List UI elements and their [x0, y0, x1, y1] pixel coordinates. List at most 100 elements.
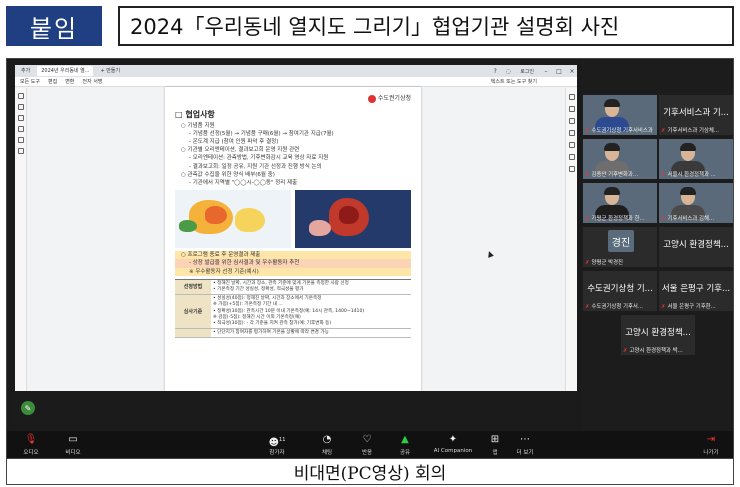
pdf-menu-bar: 모든 도구 편집 변환 전자 서명 텍스트 또는 도구 찾기 — [15, 77, 577, 87]
tab-document[interactable]: 2024년 우리동네 열... — [37, 66, 94, 76]
participant-tile[interactable]: ✗ 기후서비스과 김해... — [659, 183, 733, 223]
participant-name: ✗ 기후서비스과 김해... — [661, 216, 715, 222]
side-tool-icon[interactable] — [568, 106, 575, 112]
screen-footer: ✎ — [15, 391, 577, 431]
chat-icon: ◔ — [322, 434, 332, 445]
participant-tile[interactable]: 고양시 환경정책... — [659, 227, 733, 267]
participant-name: ✗ 기후서비스과 기상체... — [661, 128, 720, 134]
table-row: • 단단지가 참여자를 평가하여 기온을 상황에 따라 변경 가능 — [175, 329, 411, 339]
participant-name: ✗ 서울 은평구 기후환... — [661, 304, 716, 310]
side-tool-icon[interactable] — [568, 154, 575, 160]
participant-tile[interactable]: ✗ 서울시 환경정책과 ... — [659, 139, 733, 179]
close-icon[interactable]: × — [567, 68, 577, 75]
stamp-tool-icon[interactable] — [17, 148, 24, 154]
side-tool-icon[interactable] — [568, 118, 575, 124]
share-button[interactable]: ▲ 공유 — [385, 434, 425, 456]
table-row: 심사기준 • 성실성(40점): 정해진 날짜, 시간과 장소에서 기온측정 ※ 가… — [175, 295, 411, 330]
leave-button[interactable]: ⇥ 나가기 — [691, 434, 731, 456]
table-cell-line: • 기온측정 기간 성실성, 정확성, 적극성을 평가 — [213, 286, 304, 292]
document-line: ○ 관측값 수집을 위한 양식 배부(6월 중) — [181, 171, 275, 178]
react-button[interactable]: ♡ 반응 — [347, 434, 387, 456]
shared-screen: 추가 2024년 우리동네 열... + 만들기 ? ◌ 로그인 – □ × 모… — [15, 65, 577, 391]
menu-all-tools[interactable]: 모든 도구 — [20, 78, 40, 85]
menu-e-sign[interactable]: 전자 서명 — [82, 78, 102, 85]
help-icon[interactable]: ? — [490, 68, 500, 75]
org-logo-icon — [367, 94, 376, 103]
document-line: - 오리엔테이션: 관측방법, 기후변화감시 교육 영상 자료 지원 — [189, 155, 329, 162]
heat-map-left — [175, 190, 291, 249]
participant-hair — [604, 143, 620, 151]
participant-name: ✗ 양평군 박경진 — [585, 260, 624, 266]
participant-display-name: 고양시 환경정책... — [625, 328, 691, 338]
more-button[interactable]: ⋯ 더 보기 — [505, 434, 545, 456]
participant-name: ✗ 서울시 환경정책과 ... — [661, 172, 716, 178]
side-tool-icon[interactable] — [568, 94, 575, 100]
table-row: 선정방법 • 정해진 날짜, 시간과 장소, 관측 기준에 맞게 기온을 측정한 … — [175, 279, 411, 296]
side-tool-icon[interactable] — [568, 166, 575, 172]
tab-home[interactable]: 추가 — [17, 66, 34, 76]
search-tools-input[interactable]: 텍스트 또는 도구 찾기 — [491, 78, 537, 85]
share-screen-icon: ▲ — [401, 434, 409, 445]
table-cell-line: • 적극성(30점): - 각 기준을 지켜 관측 참가(예: 기후변화 등) — [213, 320, 332, 326]
participant-hair — [604, 187, 620, 195]
mic-button[interactable]: 🎙 오디오 — [11, 434, 51, 456]
menu-convert[interactable]: 변환 — [65, 78, 74, 85]
avatar: 경진 — [608, 230, 634, 252]
notification-icon[interactable]: ◌ — [503, 68, 513, 75]
login-label[interactable]: 로그인 — [520, 68, 534, 75]
participant-tile[interactable]: 기후서비스과 기... ✗ 기후서비스과 기상체... — [659, 95, 733, 135]
attachment-tag: 붙임 — [6, 6, 102, 46]
table-row-header: 심사기준 — [175, 295, 211, 329]
section-heading: □ 협업사항 — [175, 109, 215, 119]
link-tool-icon[interactable] — [17, 126, 24, 132]
ai-companion-button[interactable]: ✦ AI Companion — [427, 434, 479, 454]
participant-name: ✗ 수도권기상청 기후서... — [585, 304, 644, 310]
participant-display-name: 고양시 환경정책... — [663, 240, 729, 250]
tab-new[interactable]: + 만들기 — [96, 66, 124, 76]
pen-tool-icon[interactable] — [17, 115, 24, 121]
side-tool-icon[interactable] — [568, 130, 575, 136]
table-cell: • 성실성(40점): 정해진 날짜, 시간과 장소에서 기온측정 ※ 가점(+5… — [211, 295, 411, 328]
mic-muted-icon: ✗ — [661, 128, 666, 134]
more-icon: ⋯ — [520, 434, 530, 445]
participant-display-name: 수도권기상청 기... — [587, 284, 653, 294]
document-line: - 기념품 선정(5월) → 기념품 구매(6월) → 참여기관 지급(7월) — [189, 130, 334, 137]
heat-map-right — [295, 190, 411, 249]
participant-tile[interactable]: 경진 ✗ 양평군 박경진 — [583, 227, 657, 267]
participant-tile[interactable]: ✗ 김종안 기후변화과... — [583, 139, 657, 179]
mic-muted-icon: ✗ — [661, 304, 666, 310]
criteria-table: 선정방법 • 정해진 날짜, 시간과 장소, 관측 기준에 맞게 기온을 측정한 … — [175, 278, 411, 339]
document-page: 수도권기상청 □ 협업사항 ○ 기념품 지원 - 기념품 선정(5월) → 기념품… — [165, 87, 421, 391]
minimize-icon[interactable]: – — [541, 68, 551, 75]
side-tool-icon[interactable] — [568, 142, 575, 148]
mic-muted-icon: ✗ — [661, 216, 666, 222]
participant-tile[interactable]: ✗ 가평군 환경정책과 한... — [583, 183, 657, 223]
photo-caption: 비대면(PC영상) 회의 — [6, 459, 734, 485]
video-button[interactable]: ▭ 비디오 — [53, 434, 93, 456]
participant-name: ✗ 고양시 환경정책과 박... — [623, 348, 683, 354]
participant-tile[interactable]: 서울 은평구 기후... ✗ 서울 은평구 기후환... — [659, 271, 733, 311]
mic-muted-icon: ✗ — [585, 304, 590, 310]
participants-button[interactable]: ☻11 참가자 — [257, 434, 297, 456]
participant-tile[interactable]: 수도권기상청 기... ✗ 수도권기상청 기후서... — [583, 271, 657, 311]
mic-muted-icon: ✗ — [661, 172, 666, 178]
pdf-tab-bar: 추가 2024년 우리동네 열... + 만들기 ? ◌ 로그인 – □ × — [15, 65, 577, 77]
document-line: ○ 프로그램 종료 후 운영결과 제출 — [175, 251, 411, 260]
mouse-pointer-icon — [486, 250, 494, 258]
meeting-toolbar: 🎙 오디오 ▭ 비디오 ☻11 참가자 ◔ 채팅 ♡ 반응 ▲ 공유 ✦ AI Compani… — [7, 431, 733, 458]
maximize-icon[interactable]: □ — [554, 68, 564, 75]
mic-muted-icon: ✗ — [585, 128, 590, 134]
chat-button[interactable]: ◔ 채팅 — [307, 434, 347, 456]
video-icon: ▭ — [68, 434, 78, 445]
participant-tile[interactable]: ✗수도권기상청 기후서비스과 이... — [583, 95, 657, 135]
comment-tool-icon[interactable] — [17, 104, 24, 110]
mic-muted-icon: ✗ — [623, 348, 628, 354]
participant-tile[interactable]: 고양시 환경정책... ✗ 고양시 환경정책과 박... — [621, 315, 695, 355]
table-cell-line: • 단단지가 참여자를 평가하여 기온을 상황에 따라 변경 가능 — [213, 330, 329, 336]
menu-edit[interactable]: 편집 — [48, 78, 57, 85]
mic-muted-icon: 🎙 — [24, 434, 38, 445]
leave-icon: ⇥ — [706, 434, 716, 445]
select-tool-icon[interactable] — [17, 93, 24, 99]
text-tool-icon[interactable] — [17, 137, 24, 143]
page-title: 2024「우리동네 열지도 그리기」협업기관 설명회 사진 — [118, 6, 734, 46]
